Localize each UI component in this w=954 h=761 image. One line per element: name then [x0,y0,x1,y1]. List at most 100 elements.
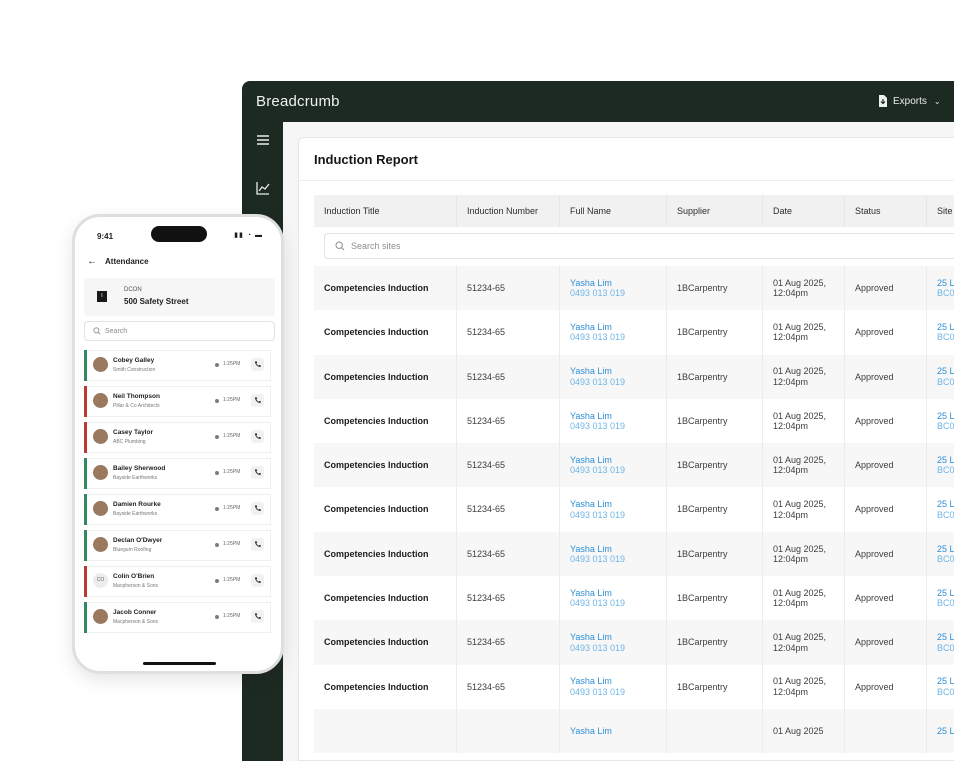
analytics-icon[interactable] [255,180,271,196]
table-row[interactable]: Competencies Induction 51234-65 Yasha Lim 0… [314,266,954,311]
person-company: Macpherson & Sons [113,619,159,625]
full-name-cell[interactable]: Yasha Lim 0493 013 019 [560,354,667,399]
attendance-header: ← Attendance [87,256,149,267]
phone-call-icon[interactable] [251,610,264,623]
full-name-phone: 0493 013 019 [570,332,626,343]
status-cell [845,708,927,754]
column-header[interactable]: Date [763,195,845,227]
attendance-item[interactable]: Casey Taylor ABC Plumbing 1:25PM [84,422,271,453]
site-site2: BC0 [937,421,954,432]
column-header[interactable]: Induction Title [314,195,457,227]
site-cell[interactable]: 25 L BC0 [927,399,954,443]
column-header[interactable]: Full Name [560,195,667,227]
induction-number-cell: 51234-65 [457,620,560,665]
chevron-down-icon: ⌄ [933,96,941,106]
status-cell: Approved [845,664,927,709]
attendance-item[interactable]: Jacob Conner Macpherson & Sons 1:25PM [84,602,271,633]
site-cell[interactable]: 25 L BC0 [927,532,954,576]
supplier-supplier: 1BCarpentry [677,593,728,604]
site-cell[interactable]: 25 L BC0 [927,665,954,709]
table-row[interactable]: Competencies Induction 51234-65 Yasha Lim 0… [314,354,954,399]
site-cell[interactable]: 25 L BC0 [927,266,954,310]
table-row[interactable]: Competencies Induction 51234-65 Yasha Lim 0… [314,310,954,355]
attendance-item[interactable]: CO Colin O'Brien Macpherson & Sons 1:25PM [84,566,271,597]
attendance-item[interactable]: Neil Thompson Pillar & Co Architects 1:25P… [84,386,271,417]
full-name-cell[interactable]: Yasha Lim 0493 013 019 [560,620,667,665]
table-row[interactable]: Competencies Induction 51234-65 Yasha Lim 0… [314,443,954,488]
site-cell[interactable]: 25 L [927,709,954,753]
site-cell[interactable]: 25 L BC0 [927,443,954,487]
attendance-search-input[interactable]: Search [84,321,275,341]
status-status: Approved [855,593,894,604]
site-site1: 25 L [937,499,954,510]
phone-call-icon[interactable] [251,466,264,479]
attendance-item[interactable]: Cobey Galley Smith Construction 1:25PM [84,350,271,381]
status-cell: Approved [845,354,927,399]
site-cell[interactable]: 25 L BC0 [927,487,954,531]
induction-title-title: Competencies Induction [324,415,429,426]
date-cell: 01 Aug 2025, 12:04pm [763,266,845,311]
table-row[interactable]: Competencies Induction 51234-65 Yasha Lim 0… [314,664,954,709]
column-header[interactable]: Status [845,195,927,227]
status-cell: Approved [845,576,927,621]
full-name-phone: 0493 013 019 [570,642,626,653]
column-header[interactable]: Supplier [667,195,763,227]
column-header[interactable]: Site [927,195,954,227]
attendance-status-bar [84,386,87,417]
site-subtitle: DCON [124,287,142,293]
home-indicator[interactable] [143,662,216,665]
back-arrow-icon[interactable]: ← [87,256,97,267]
phone-call-icon[interactable] [251,394,264,407]
phone-call-icon[interactable] [251,430,264,443]
full-name-phone: 0493 013 019 [570,509,626,520]
person-company: Smith Construction [113,367,156,373]
full-name-cell[interactable]: Yasha Lim 0493 013 019 [560,310,667,355]
full-name-cell[interactable]: Yasha Lim 0493 013 019 [560,398,667,444]
table-row[interactable]: Yasha Lim 01 Aug 2025 25 L [314,708,954,754]
site-card[interactable]: I DCON 500 Safety Street [84,278,275,316]
menu-icon[interactable] [255,132,271,148]
export-file-icon [879,95,887,107]
induction-title-cell: Competencies Induction [314,531,457,577]
site-cell[interactable]: 25 L BC0 [927,310,954,354]
phone-call-icon[interactable] [251,574,264,587]
attendance-item[interactable]: Damien Rourke Bayside Earthworks 1:25PM [84,494,271,525]
exports-button[interactable]: Exports ⌄ [878,95,941,107]
table-row[interactable]: Competencies Induction 51234-65 Yasha Lim 0… [314,398,954,444]
site-cell[interactable]: 25 L BC0 [927,576,954,620]
supplier-cell: 1BCarpentry [667,443,763,488]
full-name-cell[interactable]: Yasha Lim 0493 013 019 [560,487,667,532]
table-row[interactable]: Competencies Induction 51234-65 Yasha Lim 0… [314,487,954,532]
column-header[interactable]: Induction Number [457,195,560,227]
search-sites-input[interactable]: Search sites [324,233,954,259]
status-cell: Approved [845,310,927,355]
brand-logo[interactable]: Breadcrumb [256,93,340,110]
attendance-item[interactable]: Bailey Sherwood Bayside Earthworks 1:25PM [84,458,271,489]
supplier-supplier: 1BCarpentry [677,282,728,293]
check-in-time: 1:25PM [223,397,241,403]
attendance-item[interactable]: Declan O'Dwyer Bluegum Roofing 1:25PM [84,530,271,561]
phone-call-icon[interactable] [251,358,264,371]
site-site1: 25 L [937,454,954,465]
induction-number-cell: 51234-65 [457,266,560,311]
induction-number-cell: 51234-65 [457,310,560,355]
full-name-cell[interactable]: Yasha Lim [560,708,667,754]
full-name-name: Yasha Lim [570,410,612,421]
table-row[interactable]: Competencies Induction 51234-65 Yasha Lim 0… [314,576,954,621]
site-cell[interactable]: 25 L BC0 [927,620,954,664]
site-site1: 25 L [937,410,954,421]
full-name-cell[interactable]: Yasha Lim 0493 013 019 [560,443,667,488]
full-name-cell[interactable]: Yasha Lim 0493 013 019 [560,664,667,709]
site-cell[interactable]: 25 L BC0 [927,355,954,399]
full-name-cell[interactable]: Yasha Lim 0493 013 019 [560,531,667,577]
phone-call-icon[interactable] [251,502,264,515]
search-placeholder: Search [105,327,128,335]
avatar: CO [93,573,108,588]
full-name-cell[interactable]: Yasha Lim 0493 013 019 [560,576,667,621]
table-row[interactable]: Competencies Induction 51234-65 Yasha Lim 0… [314,531,954,577]
full-name-cell[interactable]: Yasha Lim 0493 013 019 [560,266,667,311]
table-body: Competencies Induction 51234-65 Yasha Lim 0… [314,266,954,754]
table-row[interactable]: Competencies Induction 51234-65 Yasha Lim 0… [314,620,954,665]
status-dot-icon [215,399,219,403]
phone-call-icon[interactable] [251,538,264,551]
